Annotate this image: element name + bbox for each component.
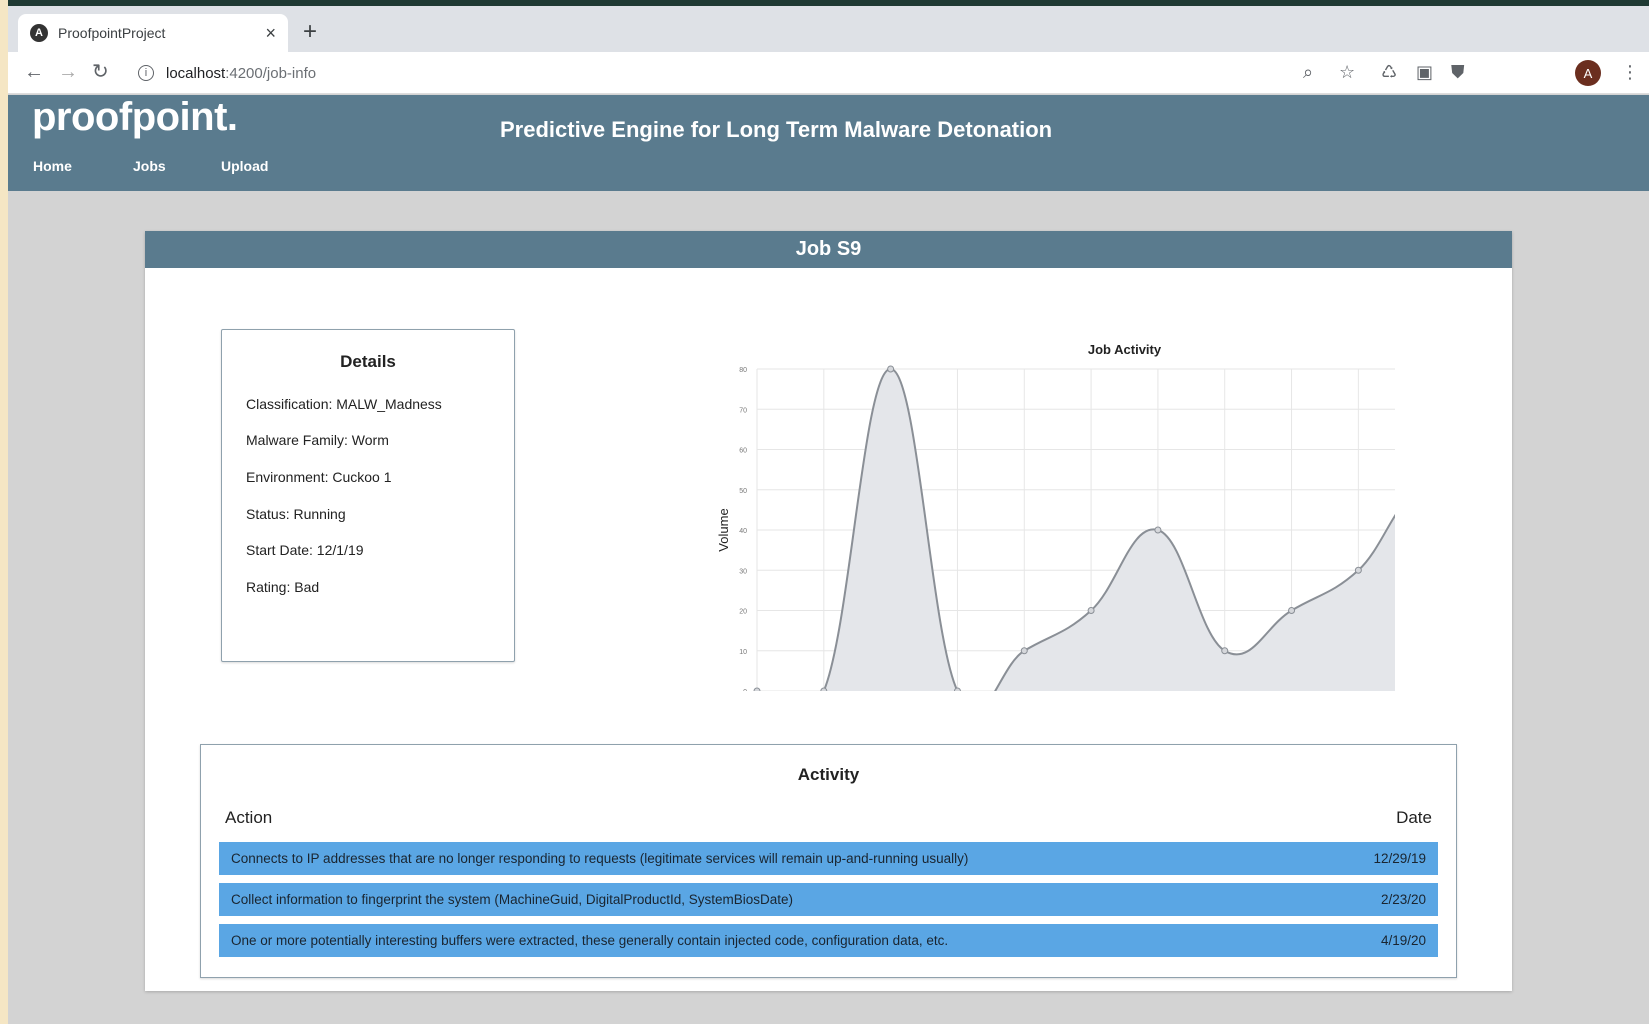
browser-tab[interactable]: A ProofpointProject × [18,14,288,52]
new-tab-button[interactable]: + [303,20,317,44]
y-tick-label: 30 [739,568,747,575]
activity-row[interactable]: Collect information to fingerprint the s… [219,883,1438,916]
tab-strip: A ProofpointProject × + [8,6,1649,52]
y-tick-label: 60 [739,448,747,455]
y-tick-label: 70 [739,407,747,414]
y-tick-label: 10 [739,649,747,656]
bookmark-star-icon[interactable]: ☆ [1339,62,1355,83]
reload-icon[interactable]: ↻ [92,61,109,83]
job-card: Job S9 Details Classification: MALW_Madn… [145,231,1512,991]
zoom-icon[interactable]: ⌕ [1303,62,1313,83]
y-tick-label: 50 [739,488,747,495]
browser-window: A ProofpointProject × + ← → ↻ i localhos… [8,0,1649,1024]
y-tick-label: 20 [739,609,747,616]
activity-row[interactable]: One or more potentially interesting buff… [219,924,1438,957]
details-title: Details [340,352,396,371]
column-header-action: Action [225,808,273,827]
data-point [887,365,895,373]
extension-shield-icon[interactable]: ⛊ [1451,62,1465,83]
url-host: localhost [166,64,226,82]
job-title: Job S9 [145,231,1512,268]
site-info-icon[interactable]: i [138,65,154,81]
data-point [1020,647,1028,655]
data-point [1221,647,1229,655]
y-tick-label: 80 [739,367,747,374]
tab-title: ProofpointProject [58,25,166,41]
activity-action: One or more potentially interesting buff… [231,933,949,948]
url-field[interactable]: i localhost:4200/job-info [138,58,1498,88]
proofpoint-logo: proofpoint. [32,95,238,139]
data-point [1354,566,1362,574]
address-bar: ← → ↻ i localhost:4200/job-info ⌕ ☆ ♺ ▣ … [8,52,1649,94]
data-point [753,687,761,691]
y-tick-label: 0 [743,689,747,691]
nav-home[interactable]: Home [33,158,72,174]
detail-malware-family: Malware Family: Worm [246,432,389,448]
detail-rating: Rating: Bad [246,579,320,595]
y-tick-label: 40 [739,528,747,535]
activity-title: Activity [797,765,860,784]
tab-close-button[interactable]: × [265,23,276,44]
activity-action: Collect information to fingerprint the s… [231,892,793,907]
detail-environment: Environment: Cuckoo 1 [246,469,392,485]
data-point [953,687,961,691]
activity-row[interactable]: Connects to IP addresses that are no lon… [219,842,1438,875]
menu-dots-icon[interactable]: ⋮ [1621,62,1639,83]
extension-recycle-icon[interactable]: ♺ [1381,62,1397,83]
activity-panel: Activity Action Date Connects to IP addr… [200,744,1457,978]
activity-date: 4/19/20 [1380,933,1426,948]
back-arrow-icon[interactable]: ← [24,61,44,83]
extension-square-icon[interactable]: ▣ [1416,62,1433,83]
app-title: Predictive Engine for Long Term Malware … [500,117,1053,142]
data-point [1154,526,1162,534]
y-axis-title: Volume [716,508,731,551]
detail-classification: Classification: MALW_Madness [246,396,442,412]
chart-title: Job Activity [1088,342,1162,357]
activity-date: 12/29/19 [1373,851,1426,866]
data-point [820,687,828,691]
nav-jobs[interactable]: Jobs [133,158,166,174]
url-path: :4200/job-info [225,64,317,82]
column-header-date: Date [1396,808,1432,827]
detail-start-date: Start Date: 12/1/19 [246,542,364,558]
profile-avatar[interactable]: A [1575,60,1601,86]
detail-status: Status: Running [246,506,346,522]
data-point [1087,607,1095,614]
forward-arrow-icon[interactable]: → [58,61,78,83]
angular-favicon-icon: A [30,24,48,42]
details-panel: Details Classification: MALW_Madness Mal… [221,329,515,662]
nav-upload[interactable]: Upload [221,158,268,174]
activity-date: 2/23/20 [1380,892,1426,907]
app-header: proofpoint. Predictive Engine for Long T… [8,95,1649,191]
data-point [1288,607,1296,614]
job-activity-chart: 0102030405060708012/1/1912/15/1912/29/19… [716,342,1395,691]
activity-action: Connects to IP addresses that are no lon… [231,851,969,866]
